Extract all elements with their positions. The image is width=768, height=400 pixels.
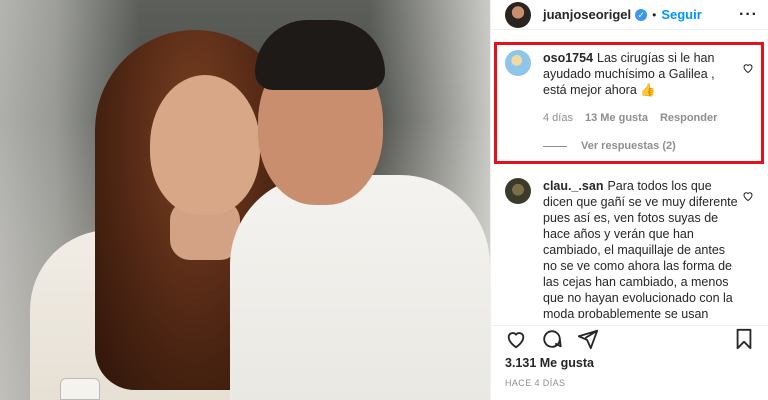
verified-badge-icon: ✓ [635,8,648,21]
post-side-panel: juanjoseorigel ✓ • Seguir ··· oso1754 Las… [490,0,768,400]
comment-meta: 4 días 13 Me gusta Responder [543,110,738,126]
photo-man-body [230,175,490,400]
post-date[interactable]: HACE 4 DÍAS [505,378,565,388]
comments-list: oso1754 Las cirugías si le han ayudado mu… [491,30,768,320]
commenter-avatar[interactable] [505,178,531,204]
comment-item: clau._.san Para todos los que dicen que g… [505,178,754,318]
comment-heart-icon[interactable] [742,190,754,202]
comment-icon[interactable] [541,328,563,350]
follow-button[interactable]: Seguir [661,7,701,22]
comment-likes[interactable]: 13 Me gusta [585,110,648,126]
comment-username[interactable]: clau._.san [543,179,603,193]
post-actions [491,325,768,351]
comment-body: clau._.san Para todos los que dicen que g… [543,178,754,318]
separator-dot: • [652,7,657,22]
like-count[interactable]: 3.131 Me gusta [505,356,594,370]
more-options-icon[interactable]: ··· [739,6,758,24]
comment-item: oso1754 Las cirugías si le han ayudado mu… [505,50,754,154]
post-photo [0,0,490,400]
commenter-avatar[interactable] [505,50,531,76]
photo-man-hair [255,20,385,90]
photo-woman-face [150,75,260,215]
heart-icon[interactable] [505,328,527,350]
share-icon[interactable] [577,328,599,350]
comment-time[interactable]: 4 días [543,110,573,126]
comment-username[interactable]: oso1754 [543,51,593,65]
replies-line [543,145,567,147]
photo-glass [60,378,100,400]
owner-avatar[interactable] [505,1,531,28]
bookmark-icon[interactable] [733,328,755,350]
comment-body: oso1754 Las cirugías si le han ayudado mu… [543,50,754,154]
comment-text: Para todos los que dicen que gañí se ve … [543,179,738,318]
owner-username[interactable]: juanjoseorigel [543,7,631,22]
view-replies[interactable]: Ver respuestas (2) [543,138,738,154]
view-replies-label[interactable]: Ver respuestas (2) [581,138,676,154]
reply-button[interactable]: Responder [660,110,717,126]
post-header: juanjoseorigel ✓ • Seguir ··· [491,0,768,30]
comment-heart-icon[interactable] [742,62,754,74]
